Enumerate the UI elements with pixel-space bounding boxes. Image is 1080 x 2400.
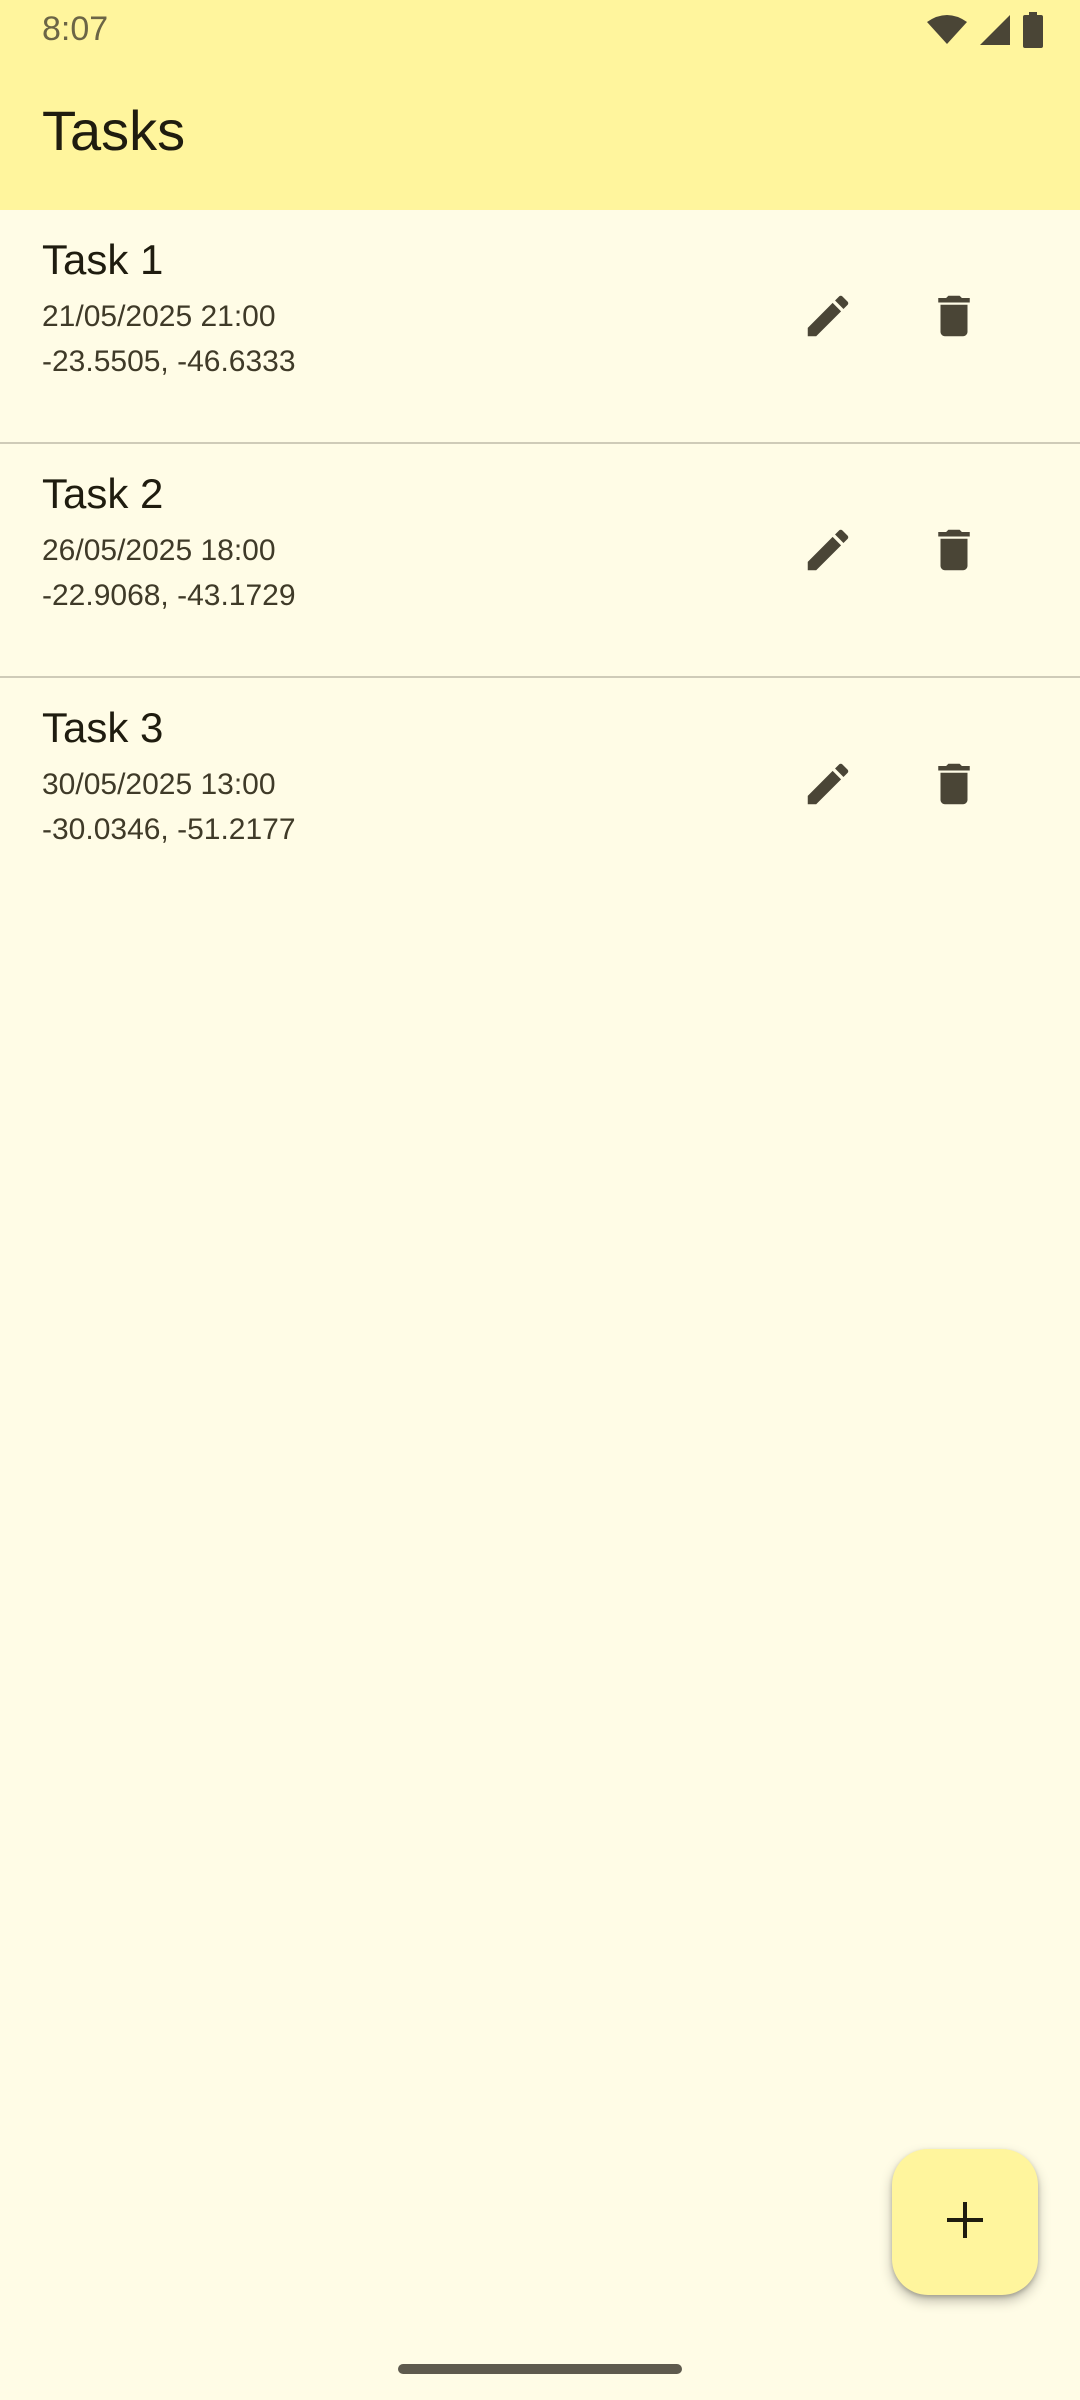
delete-icon (927, 523, 981, 582)
task-list: Task 1 21/05/2025 21:00 -23.5505, -46.63… (0, 210, 1080, 912)
list-item[interactable]: Task 1 21/05/2025 21:00 -23.5505, -46.63… (0, 210, 1080, 444)
add-task-button[interactable] (892, 2149, 1038, 2295)
task-datetime: 21/05/2025 21:00 (42, 300, 276, 333)
add-icon (943, 2198, 987, 2247)
app-bar: Tasks (0, 64, 1080, 210)
delete-button[interactable] (906, 738, 1002, 834)
wifi-icon (926, 14, 968, 51)
edit-button[interactable] (780, 270, 876, 366)
delete-icon (927, 757, 981, 816)
delete-icon (927, 289, 981, 348)
edit-icon (801, 289, 855, 348)
status-time: 8:07 (42, 10, 109, 48)
task-title: Task 3 (42, 704, 164, 751)
edit-icon (801, 757, 855, 816)
signal-icon (978, 13, 1012, 52)
home-indicator[interactable] (398, 2364, 682, 2374)
edit-button[interactable] (780, 504, 876, 600)
task-datetime: 30/05/2025 13:00 (42, 768, 276, 801)
task-coordinates: -30.0346, -51.2177 (42, 813, 296, 846)
delete-button[interactable] (906, 504, 1002, 600)
task-coordinates: -22.9068, -43.1729 (42, 579, 296, 612)
task-datetime: 26/05/2025 18:00 (42, 534, 276, 567)
task-title: Task 2 (42, 470, 164, 517)
page-title: Tasks (42, 99, 186, 162)
edit-icon (801, 523, 855, 582)
task-coordinates: -23.5505, -46.6333 (42, 345, 296, 378)
delete-button[interactable] (906, 270, 1002, 366)
list-item[interactable]: Task 3 30/05/2025 13:00 -30.0346, -51.21… (0, 678, 1080, 912)
status-bar: 8:07 (0, 0, 1080, 64)
task-title: Task 1 (42, 236, 164, 283)
list-item[interactable]: Task 2 26/05/2025 18:00 -22.9068, -43.17… (0, 444, 1080, 678)
edit-button[interactable] (780, 738, 876, 834)
battery-icon (1022, 11, 1044, 53)
status-icons (926, 11, 1044, 53)
